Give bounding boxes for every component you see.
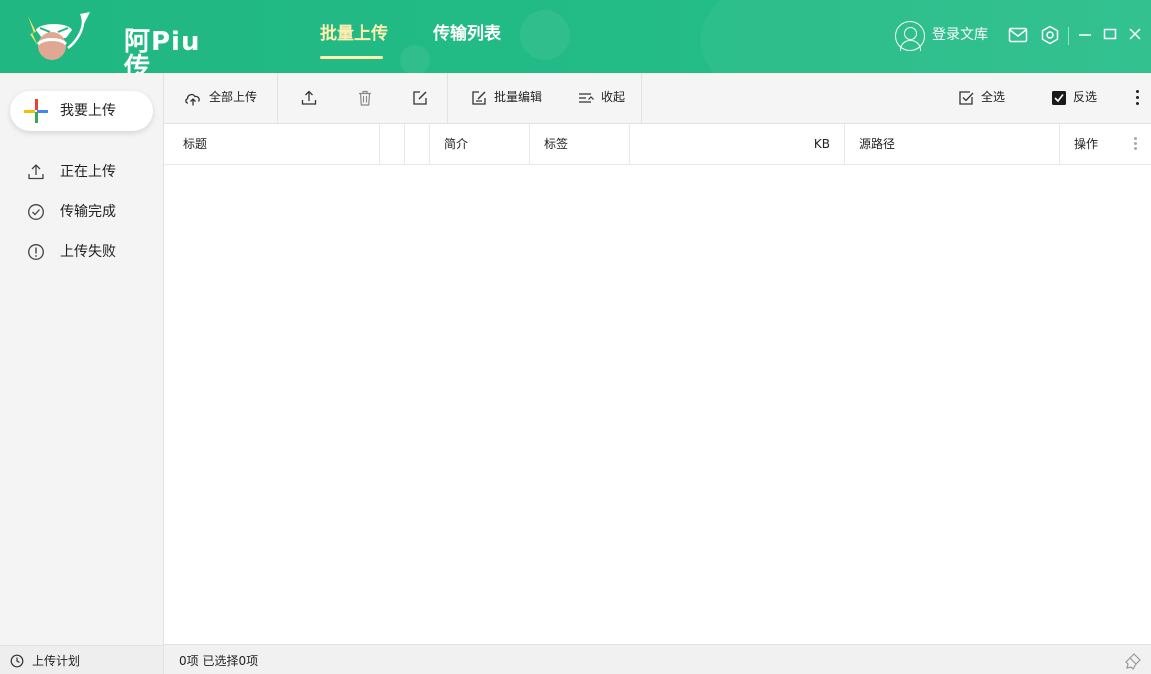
column-blank-2[interactable] (405, 124, 430, 164)
invert-select-label: 反选 (1073, 90, 1098, 104)
paw-decoration (520, 10, 570, 60)
batch-edit-button[interactable]: 批量编辑 (464, 73, 554, 123)
toolbar-divider (447, 73, 448, 123)
maximize-icon[interactable] (1102, 26, 1118, 42)
tab-transfer-list[interactable]: 传输列表 (433, 26, 501, 43)
sidebar-item-completed[interactable]: 传输完成 (0, 197, 163, 227)
edit-button[interactable] (405, 73, 435, 123)
tab-batch-upload[interactable]: 批量上传 (320, 26, 388, 43)
divider (1068, 27, 1069, 45)
minimize-icon[interactable] (1077, 26, 1093, 42)
upload-schedule-label: 上传计划 (32, 654, 81, 668)
upload-all-label: 全部上传 (209, 90, 258, 104)
close-icon[interactable] (1127, 26, 1143, 42)
sidebar-item-label: 正在上传 (60, 164, 116, 180)
upload-all-button[interactable]: 全部上传 (164, 73, 277, 123)
new-upload-label: 我要上传 (60, 103, 116, 119)
table-header: 标题 简介 标签 KB 源路径 操作 (164, 124, 1151, 165)
selection-summary: 0项 已选择0项 (179, 654, 259, 668)
upload-file-list (164, 165, 1151, 644)
upload-icon (301, 90, 317, 105)
checkbox-outline-icon (959, 91, 974, 105)
more-options-icon[interactable] (1134, 90, 1140, 108)
logo-text: 阿Piu传 (124, 27, 201, 73)
checkbox-filled-icon (1052, 91, 1066, 105)
upload-icon (28, 164, 44, 180)
column-settings-icon[interactable] (1134, 137, 1138, 151)
collapse-button[interactable]: 收起 (571, 73, 641, 123)
cloud-upload-icon (185, 93, 200, 106)
alert-circle-icon (28, 244, 44, 260)
clock-icon (10, 654, 24, 668)
trash-icon (359, 90, 371, 106)
column-summary[interactable]: 简介 (430, 124, 530, 164)
check-circle-icon (28, 204, 44, 220)
upload-button[interactable] (294, 73, 324, 123)
column-tags[interactable]: 标签 (530, 124, 630, 164)
sidebar-item-label: 传输完成 (60, 204, 116, 220)
invert-select-button[interactable]: 反选 (1045, 73, 1115, 123)
batch-edit-label: 批量编辑 (494, 90, 543, 104)
toolbar-divider (641, 73, 642, 123)
status-bar: 0项 已选择0项 (164, 644, 1151, 674)
paw-decoration (400, 45, 430, 73)
edit-icon (413, 91, 427, 105)
select-all-button[interactable]: 全选 (952, 73, 1022, 123)
user-icon[interactable] (895, 21, 925, 51)
clean-brush-icon[interactable] (1124, 652, 1142, 670)
column-size[interactable]: KB (630, 124, 845, 164)
title-bar: 阿Piu传 批量上传 传输列表 登录文库 (0, 0, 1151, 73)
plus-icon (24, 99, 48, 123)
toolbar: 全部上传 批量编辑 收起 全选 反选 (164, 73, 1151, 124)
column-blank-1[interactable] (380, 124, 405, 164)
sidebar-item-label: 上传失败 (60, 244, 116, 260)
new-upload-button[interactable]: 我要上传 (10, 91, 153, 131)
collapse-icon (579, 93, 594, 103)
active-tab-indicator (320, 56, 383, 59)
mail-icon[interactable] (1008, 25, 1028, 45)
column-title[interactable]: 标题 (164, 124, 380, 164)
sidebar-item-failed[interactable]: 上传失败 (0, 237, 163, 267)
collapse-label: 收起 (601, 90, 626, 104)
select-all-label: 全选 (981, 90, 1006, 104)
batch-edit-icon (472, 91, 486, 105)
sidebar: 我要上传 正在上传 传输完成 上传失败 上传计划 (0, 73, 164, 674)
sidebar-item-uploading[interactable]: 正在上传 (0, 157, 163, 187)
login-link[interactable]: 登录文库 (932, 28, 988, 42)
upload-schedule-button[interactable]: 上传计划 (0, 645, 163, 674)
column-source-path[interactable]: 源路径 (845, 124, 1060, 164)
toolbar-divider (277, 73, 278, 123)
settings-icon[interactable] (1040, 25, 1060, 45)
delete-button[interactable] (350, 73, 380, 123)
logo-mascot-icon (28, 12, 90, 60)
app-logo: 阿Piu传 (24, 8, 214, 73)
